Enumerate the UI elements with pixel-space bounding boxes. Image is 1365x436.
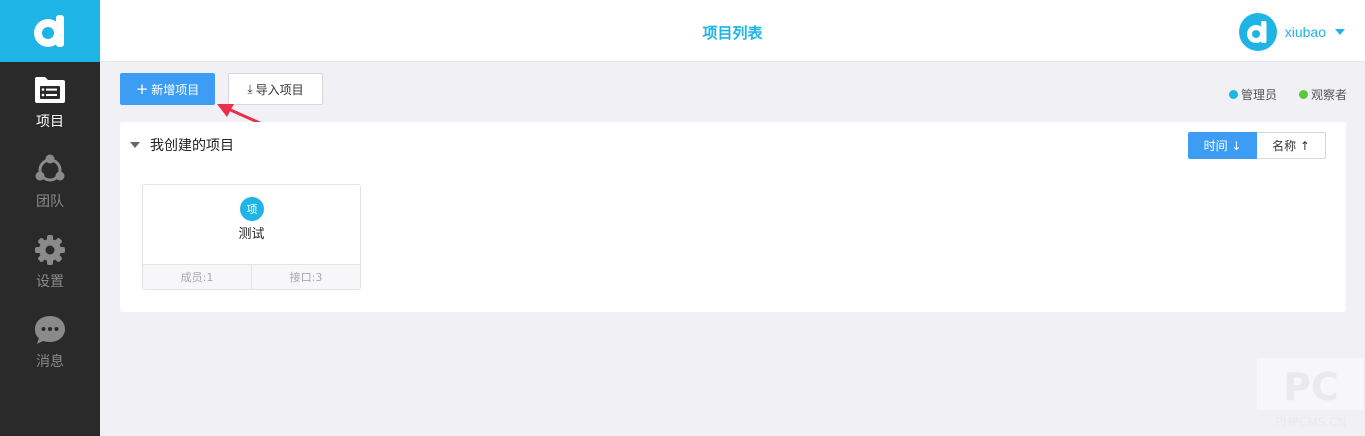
sidebar-item-messages[interactable]: 消息 bbox=[0, 302, 100, 382]
username: xiubao bbox=[1284, 24, 1326, 40]
collapse-triangle-icon bbox=[130, 142, 140, 148]
sidebar-item-label: 项目 bbox=[36, 114, 64, 130]
user-menu[interactable]: xiubao bbox=[1238, 13, 1345, 51]
sort-toggle-group: 时间 ↓ 名称 ↑ bbox=[1188, 132, 1326, 159]
sidebar-item-projects[interactable]: 项目 bbox=[0, 62, 100, 142]
svg-text:PHPCMS.CN: PHPCMS.CN bbox=[1275, 415, 1346, 429]
folder-list-icon bbox=[33, 73, 67, 107]
download-icon: ⤓ bbox=[247, 81, 253, 96]
legend-item-admin: 管理员 bbox=[1228, 86, 1277, 103]
member-count: 成员:1 bbox=[180, 271, 214, 284]
project-stats: 成员:1 接口:3 bbox=[143, 264, 360, 289]
legend-label: 观察者 bbox=[1310, 88, 1347, 102]
project-card[interactable]: 项 测试 成员:1 接口:3 bbox=[142, 184, 361, 290]
top-header: 项目列表 xiubao bbox=[100, 0, 1365, 62]
sidebar-item-label: 团队 bbox=[36, 194, 64, 210]
api-count: 接口:3 bbox=[251, 265, 360, 289]
sidebar: 项目 团队 设置 消息 bbox=[0, 0, 100, 436]
observer-dot-icon bbox=[1298, 90, 1308, 99]
role-legend: 管理员 观察者 bbox=[1207, 86, 1347, 103]
sidebar-item-label: 消息 bbox=[36, 354, 64, 370]
avatar bbox=[1238, 13, 1277, 51]
legend-label: 管理员 bbox=[1240, 88, 1277, 102]
team-icon bbox=[33, 153, 67, 187]
plus-icon: + bbox=[135, 79, 149, 98]
chat-bubble-icon bbox=[33, 313, 67, 347]
import-project-label: 导入项目 bbox=[255, 82, 304, 97]
chevron-down-icon bbox=[1335, 29, 1345, 35]
section-title: 我创建的项目 bbox=[150, 138, 234, 154]
sidebar-item-label: 设置 bbox=[36, 274, 64, 290]
watermark-logo: PC PHPCMS.CN bbox=[1257, 358, 1363, 429]
my-projects-panel: 我创建的项目 时间 ↓ 名称 ↑ 项 测试 成员:1 接口:3 bbox=[120, 122, 1346, 312]
page-title: 项目列表 bbox=[702, 24, 763, 42]
sidebar-item-settings[interactable]: 设置 bbox=[0, 222, 100, 302]
admin-dot-icon bbox=[1228, 90, 1238, 99]
sidebar-item-team[interactable]: 团队 bbox=[0, 142, 100, 222]
project-badge: 项 bbox=[240, 197, 264, 221]
svg-text:PC: PC bbox=[1283, 365, 1339, 409]
project-name: 测试 bbox=[238, 227, 265, 242]
app-logo[interactable] bbox=[0, 0, 100, 62]
gear-icon bbox=[33, 233, 67, 267]
logo-icon bbox=[34, 15, 64, 47]
legend-item-observer: 观察者 bbox=[1298, 86, 1347, 103]
add-project-label: 新增项目 bbox=[151, 82, 200, 97]
add-project-button[interactable]: + 新增项目 bbox=[120, 73, 215, 105]
sort-by-name-button[interactable]: 名称 ↑ bbox=[1257, 132, 1326, 159]
sort-by-time-button[interactable]: 时间 ↓ bbox=[1188, 132, 1257, 159]
section-toggle[interactable]: 我创建的项目 bbox=[130, 135, 234, 155]
